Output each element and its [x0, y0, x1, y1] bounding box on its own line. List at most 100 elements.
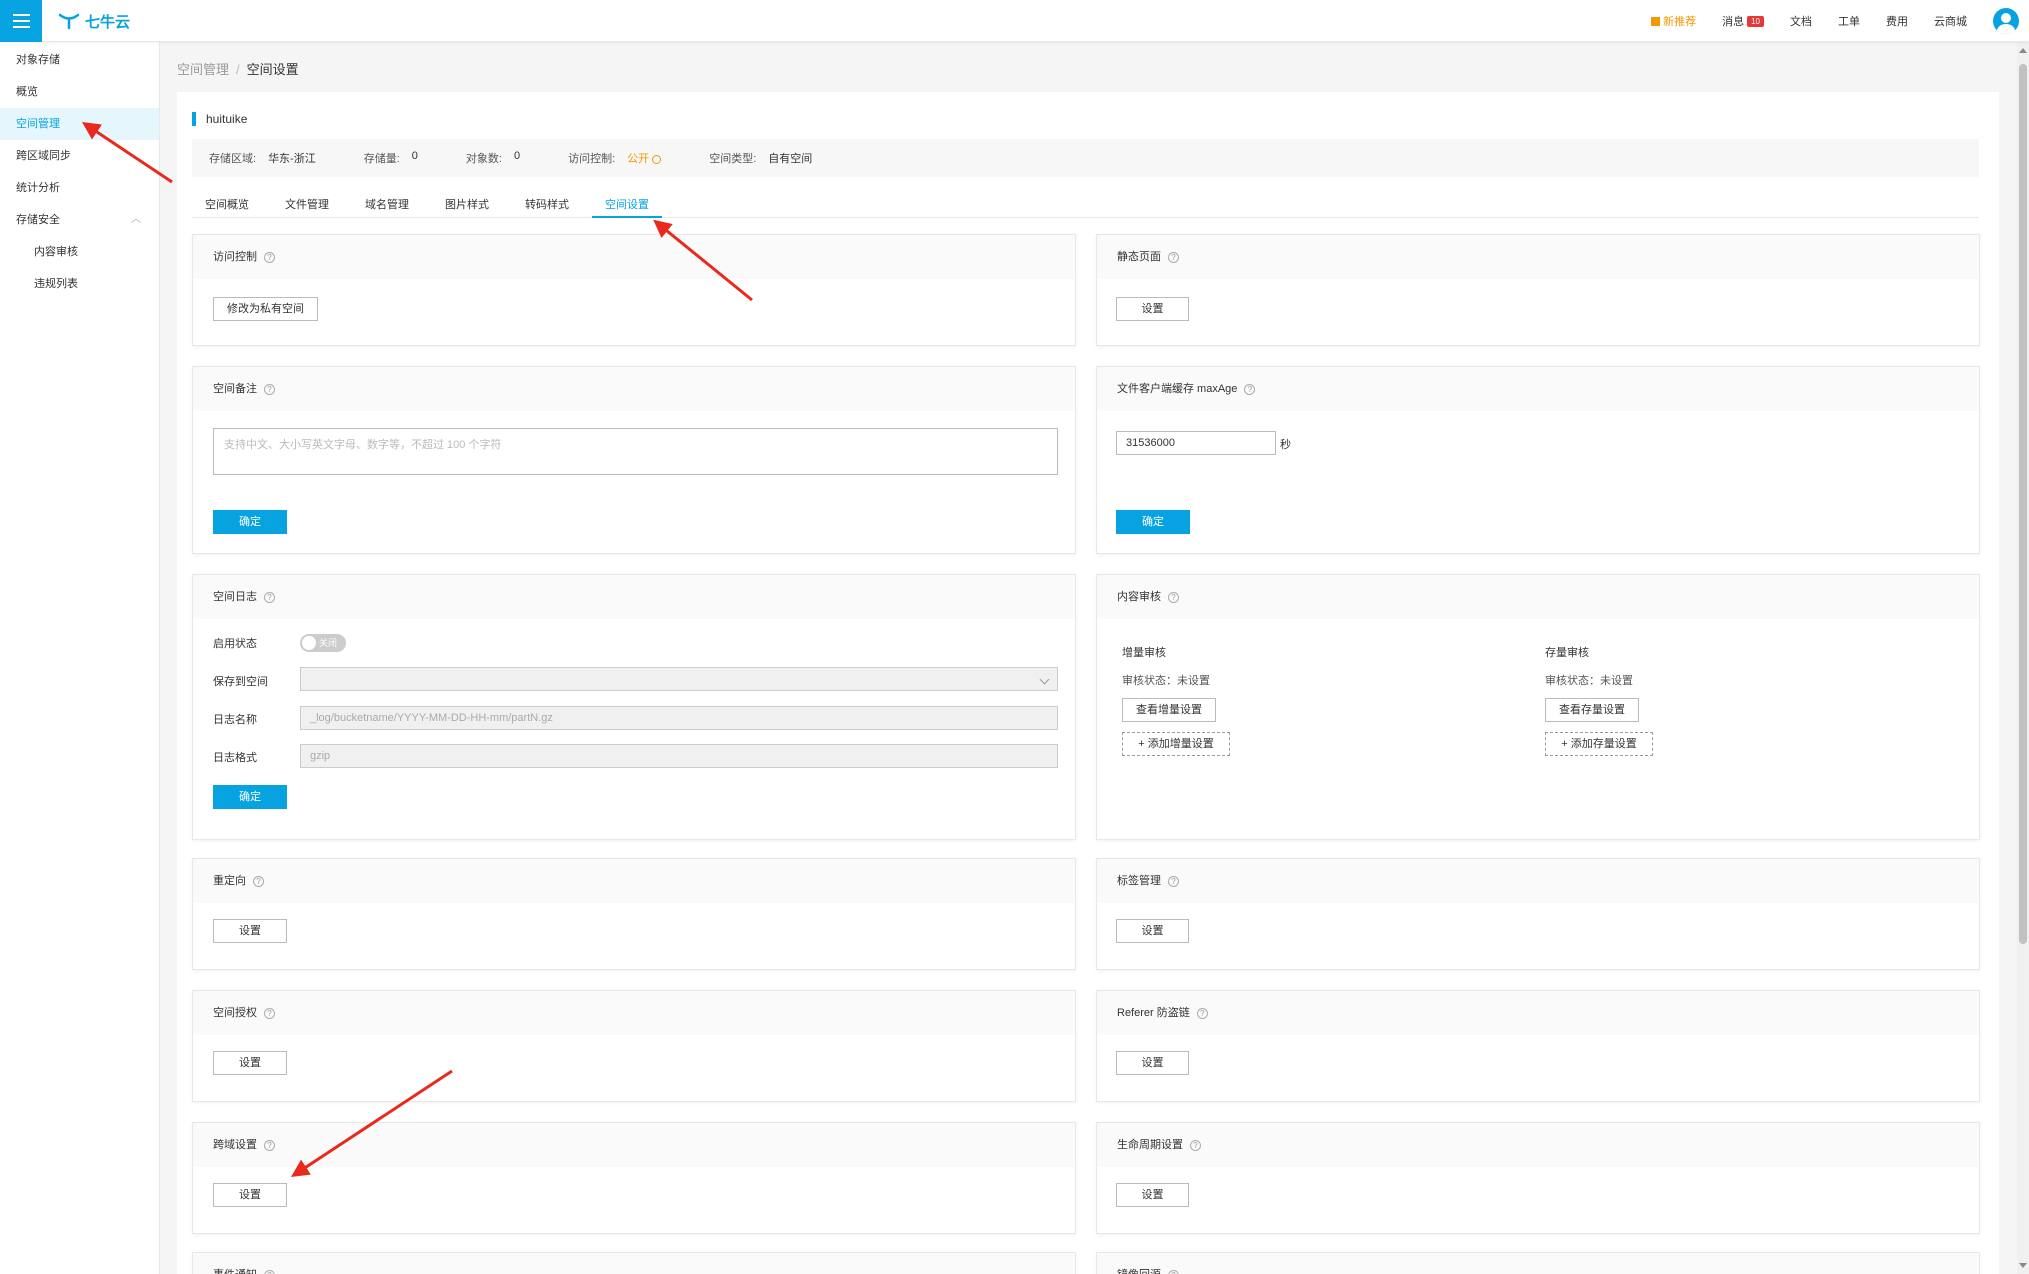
nav-docs[interactable]: 文档 — [1790, 13, 1812, 29]
incremental-audit-title: 增量审核 — [1122, 647, 1166, 659]
panel-header: 生命周期设置? — [1097, 1123, 1979, 1167]
add-incremental-button[interactable]: + 添加增量设置 — [1122, 732, 1230, 756]
static-page-settings-button[interactable]: 设置 — [1116, 297, 1189, 321]
nav-tickets[interactable]: 工单 — [1838, 13, 1860, 29]
tab-domains[interactable]: 域名管理 — [352, 192, 422, 217]
panel-header: 事件通知? — [193, 1253, 1075, 1274]
help-icon[interactable]: ? — [264, 383, 275, 395]
sidebar-item-content-audit[interactable]: 内容审核 — [0, 236, 159, 268]
avatar[interactable] — [1993, 8, 2019, 34]
sidebar-item-bucket-management[interactable]: 空间管理 — [0, 108, 159, 140]
log-confirm-button[interactable]: 确定 — [213, 785, 287, 809]
menu-icon[interactable] — [0, 0, 42, 42]
panel-access-control: 访问控制? 修改为私有空间 — [192, 234, 1076, 346]
nav-marketplace[interactable]: 云商城 — [1934, 13, 1967, 29]
remark-textarea[interactable]: 支持中文、大小写英文字母、数字等，不超过 100 个字符 — [213, 428, 1058, 475]
view-stock-button[interactable]: 查看存量设置 — [1545, 698, 1639, 722]
scroll-up-icon[interactable] — [2019, 48, 2027, 53]
tab-files[interactable]: 文件管理 — [272, 192, 342, 217]
access-public-text: 公开 — [627, 153, 650, 165]
view-incremental-button[interactable]: 查看增量设置 — [1122, 698, 1216, 722]
logo[interactable]: 七牛云 — [58, 11, 130, 31]
redirect-settings-button[interactable]: 设置 — [213, 919, 287, 943]
log-format-label: 日志格式 — [213, 752, 257, 764]
maxage-confirm-button[interactable]: 确定 — [1116, 510, 1190, 534]
lifecycle-settings-button[interactable]: 设置 — [1116, 1183, 1189, 1207]
info-label: 访问控制: — [568, 153, 616, 165]
tab-overview[interactable]: 空间概览 — [192, 192, 262, 217]
scroll-thumb[interactable] — [2019, 64, 2027, 944]
panel-tag-management: 标签管理? 设置 — [1096, 858, 1980, 970]
tab-transcode-styles[interactable]: 转码样式 — [512, 192, 582, 217]
stock-audit-title: 存量审核 — [1545, 647, 1589, 659]
sidebar-item-cross-region-sync[interactable]: 跨区域同步 — [0, 140, 159, 172]
help-icon[interactable]: ? — [1168, 591, 1179, 603]
help-icon[interactable]: ? — [1196, 1007, 1208, 1019]
panel-cors: 跨域设置? 设置 — [192, 1122, 1076, 1234]
page-scrollbar[interactable] — [2017, 42, 2029, 1274]
log-status-label: 启用状态 — [213, 638, 257, 650]
log-bucket-select[interactable] — [300, 667, 1058, 691]
log-name-input[interactable]: _log/bucketname/YYYY-MM-DD-HH-mm/partN.g… — [300, 706, 1058, 730]
nav-new-recommend[interactable]: 新推荐 — [1651, 13, 1696, 29]
cors-settings-button[interactable]: 设置 — [213, 1183, 287, 1207]
nav-messages[interactable]: 消息 10 — [1722, 13, 1764, 29]
info-label: 空间类型: — [709, 153, 757, 165]
help-icon[interactable]: ? — [1168, 1269, 1179, 1274]
panel-title: 文件客户端缓存 maxAge — [1117, 383, 1238, 395]
log-format-input[interactable]: gzip — [300, 744, 1058, 768]
panel-title: 内容审核 — [1117, 591, 1161, 603]
info-access-control: 访问控制: 公开 — [568, 150, 662, 166]
info-storage: 存储量: 0 — [364, 150, 418, 166]
message-count-badge: 10 — [1747, 15, 1764, 27]
remark-confirm-button[interactable]: 确定 — [213, 510, 287, 534]
sidebar-item-label: 存储安全 — [16, 214, 60, 226]
auth-settings-button[interactable]: 设置 — [213, 1051, 287, 1075]
maxage-unit: 秒 — [1280, 439, 1291, 451]
referer-settings-button[interactable]: 设置 — [1116, 1051, 1189, 1075]
help-icon[interactable]: ? — [264, 1139, 275, 1151]
top-bar: 七牛云 新推荐 消息 10 文档 工单 费用 云商城 — [0, 0, 2029, 42]
make-private-button[interactable]: 修改为私有空间 — [213, 297, 318, 321]
panel-title: 空间日志 — [213, 591, 257, 603]
info-value: 自有空间 — [768, 153, 813, 165]
help-icon[interactable]: ? — [1244, 383, 1256, 395]
panel-header: 跨域设置? — [193, 1123, 1075, 1167]
content-card: huituike 存储区域: 华东-浙江 存储量: 0 对象数: 0 访问控制: 公开 … — [177, 92, 1999, 1274]
sidebar-item-storage-security[interactable]: 存储安全 ︿ — [0, 204, 159, 236]
tab-settings[interactable]: 空间设置 — [592, 192, 662, 218]
info-label: 存储区域: — [209, 153, 257, 165]
add-stock-button[interactable]: + 添加存量设置 — [1545, 732, 1653, 756]
info-value: 公开 — [627, 150, 662, 166]
scroll-down-icon[interactable] — [2019, 1263, 2027, 1268]
chevron-down-icon — [1039, 674, 1050, 685]
panel-bucket-log: 空间日志? 启用状态 关闭 保存到空间 日志名称 _log/bucketname… — [192, 574, 1076, 840]
breadcrumb-parent[interactable]: 空间管理 — [177, 62, 229, 77]
info-icon[interactable] — [652, 154, 662, 164]
help-icon[interactable]: ? — [253, 875, 264, 887]
help-icon[interactable]: ? — [264, 251, 275, 263]
help-icon[interactable]: ? — [1168, 875, 1179, 887]
info-object-count: 对象数: 0 — [466, 150, 520, 166]
panel-bucket-remark: 空间备注? 支持中文、大小写英文字母、数字等，不超过 100 个字符 确定 — [192, 366, 1076, 554]
bucket-tabs: 空间概览 文件管理 域名管理 图片样式 转码样式 空间设置 — [192, 192, 1979, 218]
help-icon[interactable]: ? — [264, 1007, 275, 1019]
panel-header: 静态页面? — [1097, 235, 1979, 279]
tab-image-styles[interactable]: 图片样式 — [432, 192, 502, 217]
info-value: 0 — [411, 150, 418, 162]
panel-title: 生命周期设置 — [1117, 1139, 1183, 1151]
help-icon[interactable]: ? — [264, 591, 275, 603]
panel-title: 空间授权 — [213, 1007, 257, 1019]
sidebar-item-overview[interactable]: 概览 — [0, 76, 159, 108]
log-status-toggle[interactable]: 关闭 — [300, 634, 346, 652]
tag-settings-button[interactable]: 设置 — [1116, 919, 1189, 943]
sidebar-item-violation-list[interactable]: 违规列表 — [0, 268, 159, 300]
chevron-up-icon: ︿ — [131, 214, 141, 225]
nav-billing[interactable]: 费用 — [1886, 13, 1908, 29]
maxage-input[interactable]: 31536000 — [1116, 431, 1276, 455]
sidebar-item-statistics[interactable]: 统计分析 — [0, 172, 159, 204]
sidebar-item-object-storage[interactable]: 对象存储 — [0, 44, 159, 76]
help-icon[interactable]: ? — [1190, 1139, 1201, 1151]
help-icon[interactable]: ? — [264, 1269, 275, 1274]
help-icon[interactable]: ? — [1168, 251, 1179, 263]
